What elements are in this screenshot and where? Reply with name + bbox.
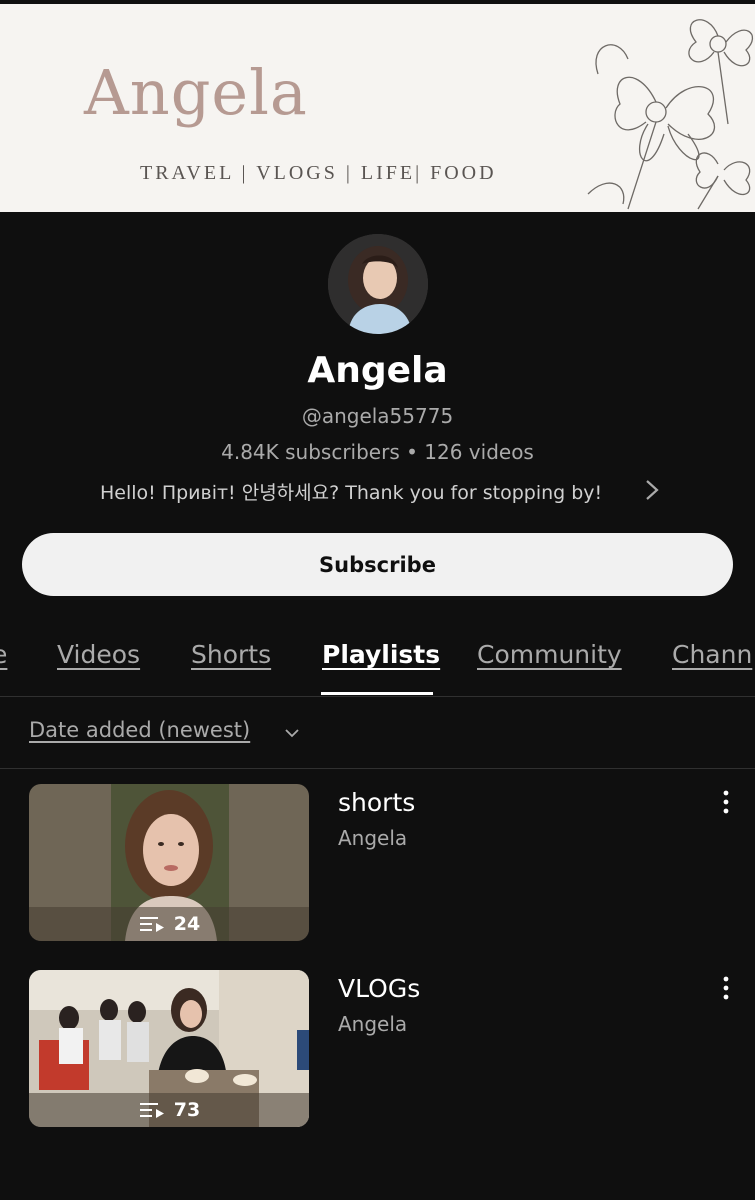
avatar-image <box>328 234 428 334</box>
playlist-title[interactable]: VLOGs <box>338 974 420 1003</box>
sort-dropdown[interactable]: Date added (newest) <box>29 718 250 742</box>
video-count-badge: 24 <box>29 907 309 941</box>
more-vert-icon[interactable] <box>712 788 740 816</box>
channel-avatar[interactable] <box>328 234 428 334</box>
channel-name: Angela <box>307 350 448 391</box>
channel-stats: 4.84K subscribers • 126 videos <box>221 440 534 464</box>
playlist-title[interactable]: shorts <box>338 788 415 817</box>
playlist-thumbnail[interactable]: 73 <box>29 970 309 1127</box>
tab-community[interactable]: Community <box>477 640 622 669</box>
subscribe-button[interactable]: Subscribe <box>22 533 733 596</box>
floral-illustration <box>587 19 753 210</box>
playlist-owner: Angela <box>338 826 408 850</box>
video-count-badge: 73 <box>29 1093 309 1127</box>
playlist-item[interactable]: 73 VLOGs Angela <box>0 970 755 1130</box>
tab-partial-left[interactable]: e <box>0 640 7 669</box>
active-tab-indicator <box>321 692 433 695</box>
playlist-thumbnail[interactable]: 24 <box>29 784 309 941</box>
playlist-item[interactable]: 24 shorts Angela <box>0 784 755 944</box>
tabs-divider <box>0 696 755 697</box>
playlist-icon <box>139 1103 164 1118</box>
video-count: 73 <box>173 1099 201 1121</box>
playlist-owner: Angela <box>338 1012 408 1036</box>
channel-description[interactable]: Hello! Привіт! 안녕하세요? Thank you for stop… <box>100 478 602 505</box>
chevron-down-icon[interactable] <box>283 724 301 742</box>
more-vert-icon[interactable] <box>712 974 740 1002</box>
video-count: 24 <box>173 913 201 935</box>
tab-playlists[interactable]: Playlists <box>322 640 440 669</box>
chevron-right-icon[interactable] <box>640 476 664 504</box>
sort-divider <box>0 768 755 769</box>
tab-shorts[interactable]: Shorts <box>191 640 271 669</box>
channel-tabs: e Videos Shorts Playlists Community Chan… <box>0 628 755 696</box>
tab-videos[interactable]: Videos <box>57 640 140 669</box>
tab-channels[interactable]: Chann <box>672 640 752 669</box>
channel-banner: Angela TRAVEL | VLOGS | LIFE| FOOD <box>0 4 755 212</box>
playlist-icon <box>139 917 164 932</box>
banner-title: Angela <box>84 56 308 129</box>
banner-tagline: TRAVEL | VLOGS | LIFE| FOOD <box>140 162 497 184</box>
channel-handle: @angela55775 <box>301 404 454 428</box>
